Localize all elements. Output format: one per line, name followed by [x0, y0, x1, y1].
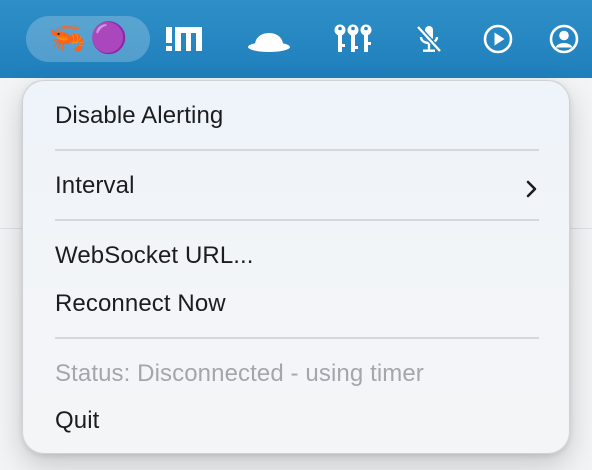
status-text: Status: Disconnected - using timer: [55, 360, 424, 387]
exclaim-m-app-icon[interactable]: [164, 18, 204, 60]
keys-icon[interactable]: [332, 18, 374, 60]
menu-separator: [55, 149, 539, 151]
menu-item-label: Quit: [55, 407, 100, 434]
menu-bar: 🦐 🟣: [0, 0, 592, 78]
menu-item-websocket-url[interactable]: WebSocket URL...: [55, 234, 539, 278]
menu-item-quit[interactable]: Quit: [55, 399, 539, 443]
menu-item-label: WebSocket URL...: [55, 242, 254, 269]
menu-separator: [55, 219, 539, 221]
menu-item-interval[interactable]: Interval: [55, 164, 539, 208]
status-item-highlight[interactable]: 🦐 🟣: [26, 16, 150, 62]
chevron-right-icon: [525, 177, 539, 205]
menu-item-label: Interval: [55, 172, 135, 199]
menu-item-label: Reconnect Now: [55, 290, 226, 317]
menu-item-label: Disable Alerting: [55, 102, 224, 129]
shrimp-emoji-icon[interactable]: 🦐: [48, 21, 85, 57]
menu-item-status: Status: Disconnected - using timer: [55, 352, 539, 396]
purple-circle-icon[interactable]: 🟣: [90, 21, 127, 57]
menu-separator: [55, 337, 539, 339]
status-dropdown-menu: Disable Alerting Interval WebSocket URL.…: [22, 80, 570, 454]
menu-item-disable-alerting[interactable]: Disable Alerting: [55, 94, 539, 138]
microphone-muted-icon[interactable]: [414, 18, 444, 60]
menu-item-reconnect-now[interactable]: Reconnect Now: [55, 282, 539, 326]
user-account-icon[interactable]: [548, 18, 580, 60]
bowler-hat-icon[interactable]: [246, 18, 292, 60]
play-circle-icon[interactable]: [482, 18, 514, 60]
